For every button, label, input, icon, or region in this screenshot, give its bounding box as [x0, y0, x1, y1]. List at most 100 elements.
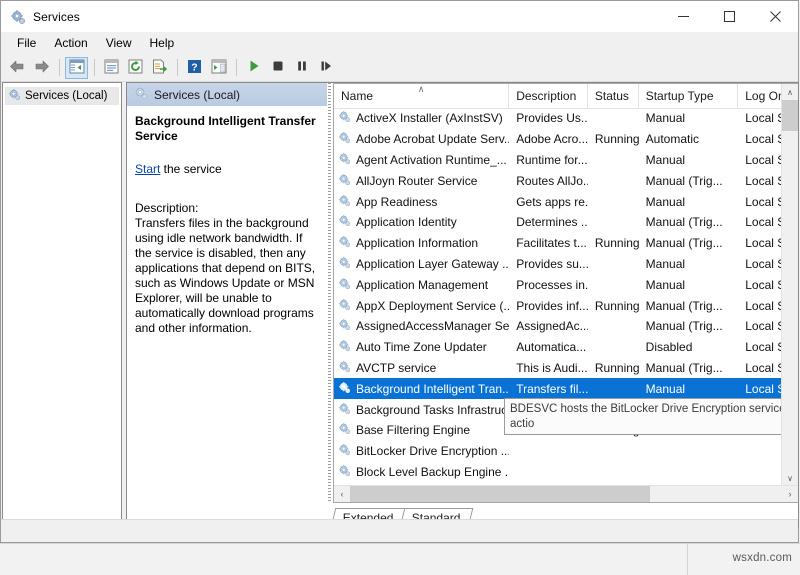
cell-startup-type: Automatic [639, 132, 739, 146]
table-row[interactable]: ActiveX Installer (AxInstSV)Provides Us.… [334, 108, 798, 129]
show-hide-console-tree-button[interactable] [65, 57, 88, 79]
menu-view[interactable]: View [97, 33, 141, 53]
table-row[interactable]: Application IdentityDetermines ...Manual… [334, 212, 798, 233]
table-row[interactable]: AppX Deployment Service (...Provides inf… [334, 295, 798, 316]
table-row[interactable]: Adobe Acrobat Update Serv...Adobe Acro..… [334, 129, 798, 150]
cell-status: Running [588, 361, 639, 375]
stop-service-button[interactable] [266, 57, 289, 79]
cell-service-name-label: AVCTP service [356, 361, 436, 375]
cell-description-label: Facilitates t... [516, 236, 587, 250]
cell-description-label: Provides Us... [516, 111, 588, 125]
cell-startup-type-label: Manual (Trig... [646, 299, 723, 313]
service-detail-title: Background Intelligent Transfer Service [135, 114, 317, 144]
console-content: Services (Local) [2, 82, 799, 528]
cell-description-label: Gets apps re... [516, 195, 588, 209]
cell-service-name: Application Layer Gateway ... [334, 256, 509, 272]
start-service-link[interactable]: Start [135, 162, 160, 176]
close-button[interactable] [752, 1, 798, 32]
cell-startup-type: Manual [639, 111, 739, 125]
pane-splitter[interactable] [328, 83, 331, 503]
table-row[interactable]: Agent Activation Runtime_...Runtime for.… [334, 150, 798, 171]
question-mark-icon: ? [187, 59, 202, 77]
cell-service-name: Background Tasks Infrastruc... [334, 402, 509, 418]
table-row[interactable]: AVCTP serviceThis is Audi...RunningManua… [334, 358, 798, 379]
service-gear-icon [338, 422, 351, 438]
service-gear-icon [338, 152, 351, 168]
forward-button[interactable] [30, 57, 53, 79]
service-gear-icon [338, 214, 351, 230]
cell-service-name-label: Background Tasks Infrastruc... [356, 403, 509, 417]
start-service-button[interactable] [242, 57, 265, 79]
pause-service-button[interactable] [290, 57, 313, 79]
cell-startup-type: Manual (Trig... [639, 319, 739, 333]
menu-help[interactable]: Help [141, 33, 184, 53]
column-header-startup-type[interactable]: Startup Type [639, 84, 739, 108]
service-gear-icon [338, 360, 351, 376]
help-button[interactable]: ? [183, 57, 206, 79]
cell-service-name-label: Application Layer Gateway ... [356, 257, 509, 271]
window-controls [660, 1, 798, 32]
table-row[interactable]: Application ManagementProcesses in...Man… [334, 274, 798, 295]
back-button[interactable] [6, 57, 29, 79]
table-row[interactable]: AssignedAccessManager Se...AssignedAc...… [334, 316, 798, 337]
cell-service-name: Auto Time Zone Updater [334, 339, 509, 355]
table-row[interactable]: Application Layer Gateway ...Provides su… [334, 254, 798, 275]
cell-service-name-label: Auto Time Zone Updater [356, 340, 487, 354]
table-row[interactable]: Block Level Backup Engine ... [334, 462, 798, 483]
scroll-left-arrow-icon[interactable]: ‹ [334, 486, 350, 502]
cell-description: Runtime for... [509, 153, 588, 167]
services-gear-icon [10, 9, 26, 25]
refresh-button[interactable] [124, 57, 147, 79]
cell-startup-type-label: Manual (Trig... [646, 215, 723, 229]
cell-status-label: Running [595, 236, 639, 250]
table-row[interactable]: BitLocker Drive Encryption ... [334, 441, 798, 462]
cell-description: Routes AllJo... [509, 174, 588, 188]
menu-file[interactable]: File [8, 33, 45, 53]
menu-action[interactable]: Action [45, 33, 96, 53]
toolbar-separator-1 [59, 59, 60, 76]
column-header-name[interactable]: Name ∧ [334, 84, 509, 108]
export-list-button[interactable] [148, 57, 171, 79]
service-gear-icon [338, 381, 351, 397]
scroll-up-arrow-icon[interactable]: ∧ [782, 84, 798, 100]
column-header-description[interactable]: Description [509, 84, 588, 108]
toolbar: ? [1, 54, 798, 82]
horizontal-scrollbar[interactable]: ‹ › [334, 485, 798, 502]
console-tree-icon [69, 59, 85, 77]
services-list-view: Name ∧ Description Status Startup Type [333, 83, 798, 503]
column-header-status[interactable]: Status [588, 84, 639, 108]
table-row[interactable]: App ReadinessGets apps re...ManualLocal … [334, 191, 798, 212]
restart-service-button[interactable] [314, 57, 337, 79]
tree-node-services-local[interactable]: Services (Local) [5, 87, 119, 105]
vertical-scrollbar[interactable]: ∧ ∨ [781, 84, 798, 486]
horizontal-scrollbar-thumb[interactable] [350, 486, 650, 502]
description-body: Transfers files in the background using … [135, 216, 317, 336]
restart-icon [319, 59, 333, 76]
service-gear-icon [338, 318, 351, 334]
cell-service-name-label: Background Intelligent Tran... [356, 382, 509, 396]
cell-description: Determines ... [509, 215, 588, 229]
service-detail-panel: Background Intelligent Transfer Service … [127, 106, 327, 503]
cell-service-name: AVCTP service [334, 360, 509, 376]
show-action-pane-button[interactable] [207, 57, 230, 79]
console-tree-pane: Services (Local) [2, 82, 122, 528]
cell-description-label: Processes in... [516, 278, 588, 292]
cell-service-name-label: AppX Deployment Service (... [356, 299, 509, 313]
maximize-button[interactable] [706, 1, 752, 32]
cell-description: Provides su... [509, 257, 588, 271]
service-gear-icon [338, 173, 351, 189]
services-gear-icon [134, 86, 148, 103]
table-row[interactable]: AllJoyn Router ServiceRoutes AllJo...Man… [334, 170, 798, 191]
table-row[interactable]: Auto Time Zone UpdaterAutomatica...Disab… [334, 337, 798, 358]
properties-button[interactable] [100, 57, 123, 79]
scroll-right-arrow-icon[interactable]: › [782, 486, 798, 502]
minimize-button[interactable] [660, 1, 706, 32]
vertical-scrollbar-thumb[interactable] [782, 100, 798, 131]
play-icon [247, 59, 261, 76]
arrow-left-icon [9, 59, 26, 77]
cell-startup-type: Manual (Trig... [639, 174, 739, 188]
cell-startup-type: Disabled [639, 340, 739, 354]
table-row[interactable]: Application InformationFacilitates t...R… [334, 233, 798, 254]
table-row[interactable]: Background Intelligent Tran...Transfers … [334, 378, 798, 399]
scroll-down-arrow-icon[interactable]: ∨ [782, 470, 798, 486]
